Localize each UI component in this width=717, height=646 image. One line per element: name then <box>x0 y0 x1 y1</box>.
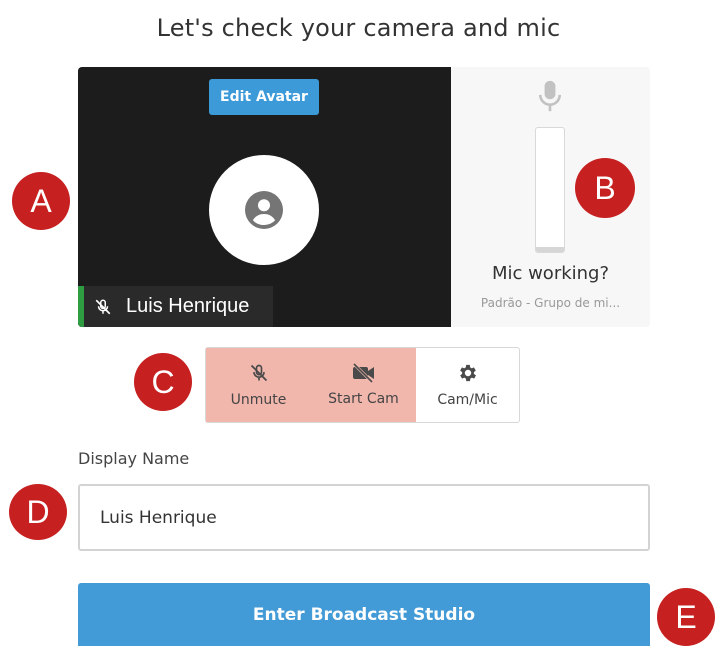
annotation-marker-b: B <box>575 158 635 218</box>
unmute-button[interactable]: Unmute <box>206 348 311 422</box>
mic-muted-icon <box>95 298 111 314</box>
avatar <box>209 155 319 265</box>
enter-broadcast-studio-button[interactable]: Enter Broadcast Studio <box>78 583 650 646</box>
start-cam-button[interactable]: Start Cam <box>311 348 416 422</box>
annotation-marker-a: A <box>12 172 70 230</box>
display-name-label: Display Name <box>78 449 190 468</box>
media-controls: Unmute Start Cam Cam/Mic <box>205 347 520 423</box>
camera-preview: Edit Avatar Luis Henrique <box>78 67 451 327</box>
annotation-marker-d: D <box>9 484 67 540</box>
mic-level-fill <box>536 247 564 252</box>
mic-level-meter <box>535 127 565 253</box>
mic-off-icon <box>250 364 267 382</box>
page-title: Let's check your camera and mic <box>156 14 561 42</box>
mic-working-question: Mic working? <box>491 263 610 284</box>
annotation-marker-c: C <box>134 353 192 411</box>
edit-avatar-button[interactable]: Edit Avatar <box>209 79 319 115</box>
gear-icon <box>459 364 476 382</box>
user-icon <box>245 191 283 229</box>
participant-name-tag: Luis Henrique <box>78 286 273 327</box>
cam-mic-settings-button[interactable]: Cam/Mic <box>416 348 519 422</box>
cam-mic-label: Cam/Mic <box>437 392 498 408</box>
camera-off-icon <box>352 363 374 383</box>
mic-device-name: Padrão - Grupo de mi... <box>480 296 621 310</box>
annotation-marker-e: E <box>657 588 715 646</box>
microphone-icon <box>538 80 562 112</box>
participant-name: Luis Henrique <box>126 295 250 317</box>
start-cam-label: Start Cam <box>328 391 399 407</box>
unmute-label: Unmute <box>230 392 287 408</box>
display-name-input[interactable] <box>78 484 650 551</box>
